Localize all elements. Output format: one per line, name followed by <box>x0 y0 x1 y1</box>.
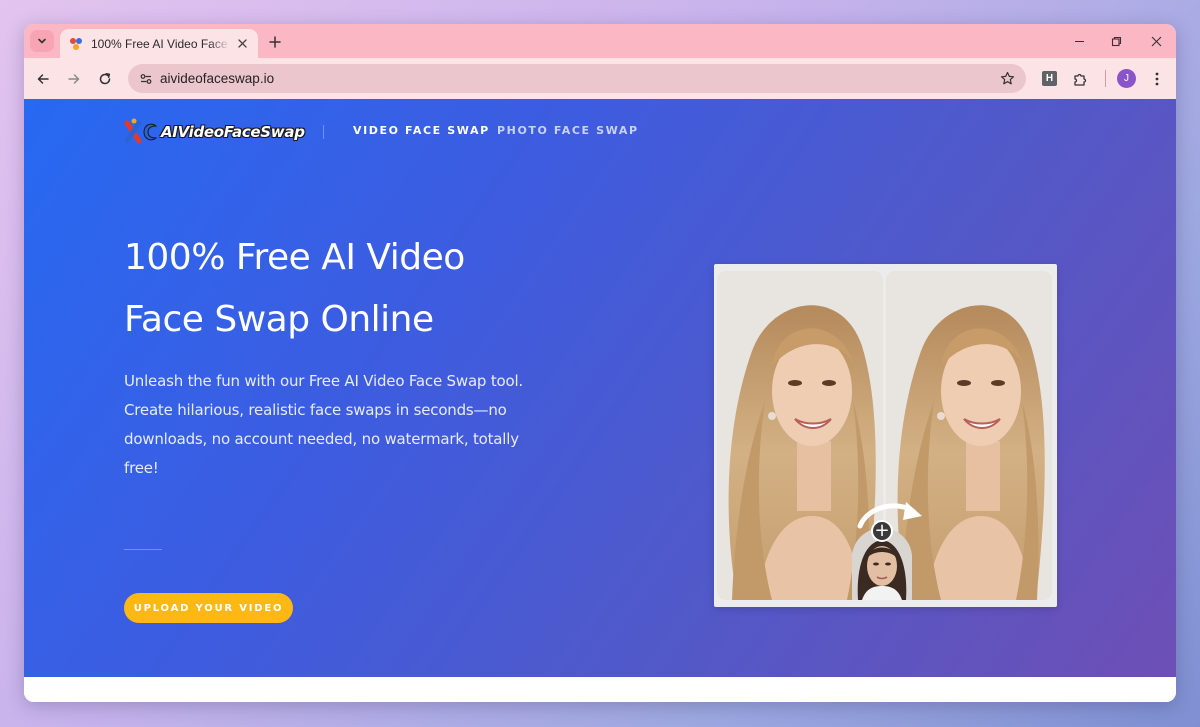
extensions-button[interactable] <box>1067 66 1093 92</box>
restore-icon <box>1111 36 1121 46</box>
logo-icon <box>124 118 158 144</box>
nav-video-face-swap[interactable]: VIDEO FACE SWAP <box>353 124 490 137</box>
hero-title-line2: Face Swap Online <box>124 299 434 340</box>
reload-icon <box>99 73 111 85</box>
browser-window: 100% Free AI Video Face Swap Online <box>24 24 1176 702</box>
site-info-button[interactable] <box>135 68 156 89</box>
menu-button[interactable] <box>1144 66 1170 92</box>
toolbar-separator <box>1105 70 1106 87</box>
page-below-fold <box>24 677 1176 702</box>
hero-section: AIVideoFaceSwap VIDEO FACE SWAP PHOTO FA… <box>24 99 1176 677</box>
nav-separator <box>323 125 324 139</box>
extension-h-icon[interactable]: H <box>1042 71 1057 86</box>
logo-text: AIVideoFaceSwap <box>161 123 305 141</box>
page-viewport: AIVideoFaceSwap VIDEO FACE SWAP PHOTO FA… <box>24 99 1176 702</box>
minimize-icon <box>1074 40 1084 42</box>
address-bar[interactable]: aivideofaceswap.io <box>128 64 1026 93</box>
hero-title: 100% Free AI Video Face Swap Online <box>124 227 564 351</box>
tab-search-button[interactable] <box>30 30 54 52</box>
browser-toolbar: aivideofaceswap.io H J <box>24 58 1176 99</box>
hero-description: Unleash the fun with our Free AI Video F… <box>124 372 523 477</box>
puzzle-icon <box>1074 73 1087 86</box>
close-icon <box>237 39 247 48</box>
tab-title: 100% Free AI Video Face Swap Online <box>91 36 230 51</box>
hero-title-line1: 100% Free AI Video <box>124 237 465 278</box>
close-icon <box>1151 36 1161 46</box>
more-vertical-icon <box>1155 72 1159 86</box>
restore-button[interactable] <box>1098 30 1134 52</box>
new-tab-button[interactable] <box>264 32 286 52</box>
favicon-icon <box>70 37 82 50</box>
forward-button[interactable] <box>61 66 87 92</box>
arrow-right-icon <box>68 74 80 84</box>
face-swap-preview-image: + <box>714 264 1057 607</box>
plus-icon: + <box>871 520 893 542</box>
upload-video-button[interactable]: UPLOAD YOUR VIDEO <box>124 593 293 623</box>
tab-close-button[interactable] <box>234 36 250 52</box>
profile-avatar[interactable]: J <box>1117 69 1136 88</box>
hero-divider <box>124 549 162 550</box>
tab-strip: 100% Free AI Video Face Swap Online <box>24 24 1176 58</box>
star-icon <box>1000 71 1015 85</box>
nav-photo-face-swap[interactable]: PHOTO FACE SWAP <box>497 124 639 137</box>
tab-active[interactable]: 100% Free AI Video Face Swap Online <box>60 29 258 58</box>
minimize-button[interactable] <box>1061 30 1097 52</box>
chevron-down-icon <box>38 38 46 44</box>
arrow-left-icon <box>37 74 49 84</box>
tune-icon <box>140 73 151 84</box>
back-button[interactable] <box>30 66 56 92</box>
bookmark-button[interactable] <box>997 68 1018 89</box>
url-text[interactable]: aivideofaceswap.io <box>160 64 274 93</box>
close-window-button[interactable] <box>1138 30 1174 52</box>
plus-icon <box>269 36 281 48</box>
site-logo[interactable]: AIVideoFaceSwap <box>124 117 305 147</box>
reload-button[interactable] <box>92 66 118 92</box>
